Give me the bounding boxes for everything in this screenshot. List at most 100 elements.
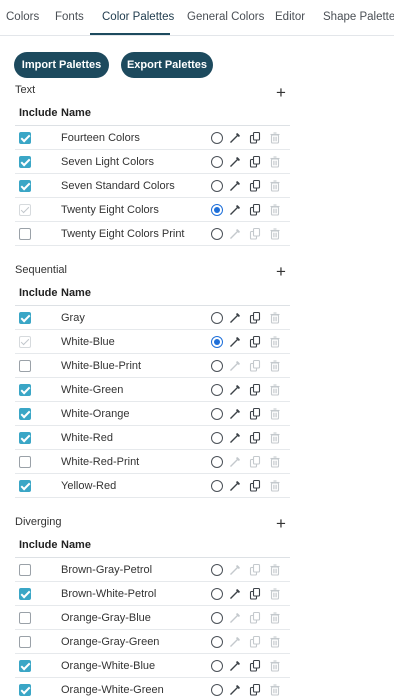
include-checkbox[interactable] — [19, 384, 31, 396]
default-radio[interactable] — [211, 360, 223, 372]
duplicate-icon[interactable] — [248, 407, 262, 421]
trash-icon — [268, 203, 282, 217]
table-row: Orange-White-Blue — [15, 654, 290, 678]
export-palettes-button[interactable]: Export Palettes — [121, 52, 213, 78]
tab-general-colors[interactable]: General Colors — [187, 11, 264, 23]
include-checkbox[interactable] — [19, 564, 31, 576]
pencil-icon[interactable] — [228, 659, 242, 673]
pencil-icon[interactable] — [228, 203, 242, 217]
include-checkbox[interactable] — [19, 612, 31, 624]
default-radio[interactable] — [211, 228, 223, 240]
duplicate-icon[interactable] — [248, 431, 262, 445]
pencil-icon[interactable] — [228, 383, 242, 397]
table-row: Gray — [15, 306, 290, 330]
default-radio[interactable] — [211, 456, 223, 468]
default-radio[interactable] — [211, 156, 223, 168]
duplicate-icon[interactable] — [248, 131, 262, 145]
default-radio[interactable] — [211, 180, 223, 192]
include-checkbox[interactable] — [19, 456, 31, 468]
default-radio[interactable] — [211, 636, 223, 648]
pencil-icon[interactable] — [228, 311, 242, 325]
include-checkbox[interactable] — [19, 432, 31, 444]
include-checkbox[interactable] — [19, 660, 31, 672]
default-radio[interactable] — [211, 432, 223, 444]
include-checkbox[interactable] — [19, 360, 31, 372]
default-radio[interactable] — [211, 132, 223, 144]
section-title-diverging: Diverging — [15, 516, 62, 528]
pencil-icon — [228, 227, 242, 241]
plus-icon[interactable]: + — [274, 515, 288, 532]
duplicate-icon[interactable] — [248, 587, 262, 601]
default-radio[interactable] — [211, 408, 223, 420]
default-radio[interactable] — [211, 588, 223, 600]
trash-icon — [268, 155, 282, 169]
include-checkbox[interactable] — [19, 180, 31, 192]
trash-icon — [268, 131, 282, 145]
default-radio[interactable] — [211, 480, 223, 492]
import-palettes-button[interactable]: Import Palettes — [14, 52, 109, 78]
include-checkbox[interactable] — [19, 132, 31, 144]
default-radio[interactable] — [211, 384, 223, 396]
duplicate-icon[interactable] — [248, 203, 262, 217]
table-header: Include Name — [15, 280, 290, 306]
include-checkbox[interactable] — [19, 408, 31, 420]
duplicate-icon[interactable] — [248, 335, 262, 349]
pencil-icon[interactable] — [228, 431, 242, 445]
palette-table-sequential: Include Name Gray White-Blue White-Blue-Pr… — [15, 280, 290, 498]
include-checkbox[interactable] — [19, 480, 31, 492]
tab-shape-palettes[interactable]: Shape Palettes — [323, 11, 394, 23]
name-column-header: Name — [61, 287, 91, 299]
duplicate-icon[interactable] — [248, 383, 262, 397]
table-row: Seven Standard Colors — [15, 174, 290, 198]
duplicate-icon[interactable] — [248, 479, 262, 493]
trash-icon — [268, 383, 282, 397]
include-checkbox[interactable] — [19, 684, 31, 696]
include-checkbox[interactable] — [19, 312, 31, 324]
pencil-icon[interactable] — [228, 587, 242, 601]
default-radio[interactable] — [211, 312, 223, 324]
pencil-icon[interactable] — [228, 335, 242, 349]
pencil-icon[interactable] — [228, 155, 242, 169]
trash-icon — [268, 359, 282, 373]
duplicate-icon — [248, 611, 262, 625]
default-radio[interactable] — [211, 564, 223, 576]
pencil-icon[interactable] — [228, 479, 242, 493]
pencil-icon[interactable] — [228, 407, 242, 421]
plus-icon[interactable]: + — [274, 84, 288, 101]
trash-icon — [268, 311, 282, 325]
default-radio[interactable] — [211, 204, 223, 216]
tab-color-palettes[interactable]: Color Palettes — [102, 11, 174, 23]
palette-name: Orange-White-Green — [61, 684, 164, 696]
default-radio[interactable] — [211, 684, 223, 696]
include-column-header: Include — [19, 539, 58, 551]
section-title-sequential: Sequential — [15, 264, 67, 276]
duplicate-icon[interactable] — [248, 311, 262, 325]
tab-colors[interactable]: Colors — [6, 11, 39, 23]
pencil-icon — [228, 635, 242, 649]
duplicate-icon[interactable] — [248, 659, 262, 673]
default-radio[interactable] — [211, 660, 223, 672]
duplicate-icon[interactable] — [248, 683, 262, 697]
table-row: Brown-Gray-Petrol — [15, 558, 290, 582]
include-checkbox[interactable] — [19, 588, 31, 600]
pencil-icon[interactable] — [228, 683, 242, 697]
duplicate-icon — [248, 359, 262, 373]
trash-icon — [268, 431, 282, 445]
palette-name: Twenty Eight Colors Print — [61, 228, 185, 240]
tab-editor[interactable]: Editor — [275, 11, 305, 23]
pencil-icon — [228, 455, 242, 469]
tab-fonts[interactable]: Fonts — [55, 11, 84, 23]
duplicate-icon[interactable] — [248, 155, 262, 169]
default-radio[interactable] — [211, 612, 223, 624]
include-column-header: Include — [19, 107, 58, 119]
trash-icon — [268, 635, 282, 649]
pencil-icon[interactable] — [228, 131, 242, 145]
default-radio[interactable] — [211, 336, 223, 348]
include-checkbox[interactable] — [19, 636, 31, 648]
plus-icon[interactable]: + — [274, 263, 288, 280]
pencil-icon[interactable] — [228, 179, 242, 193]
duplicate-icon[interactable] — [248, 179, 262, 193]
include-checkbox[interactable] — [19, 228, 31, 240]
palette-name: White-Red — [61, 432, 113, 444]
include-checkbox[interactable] — [19, 156, 31, 168]
